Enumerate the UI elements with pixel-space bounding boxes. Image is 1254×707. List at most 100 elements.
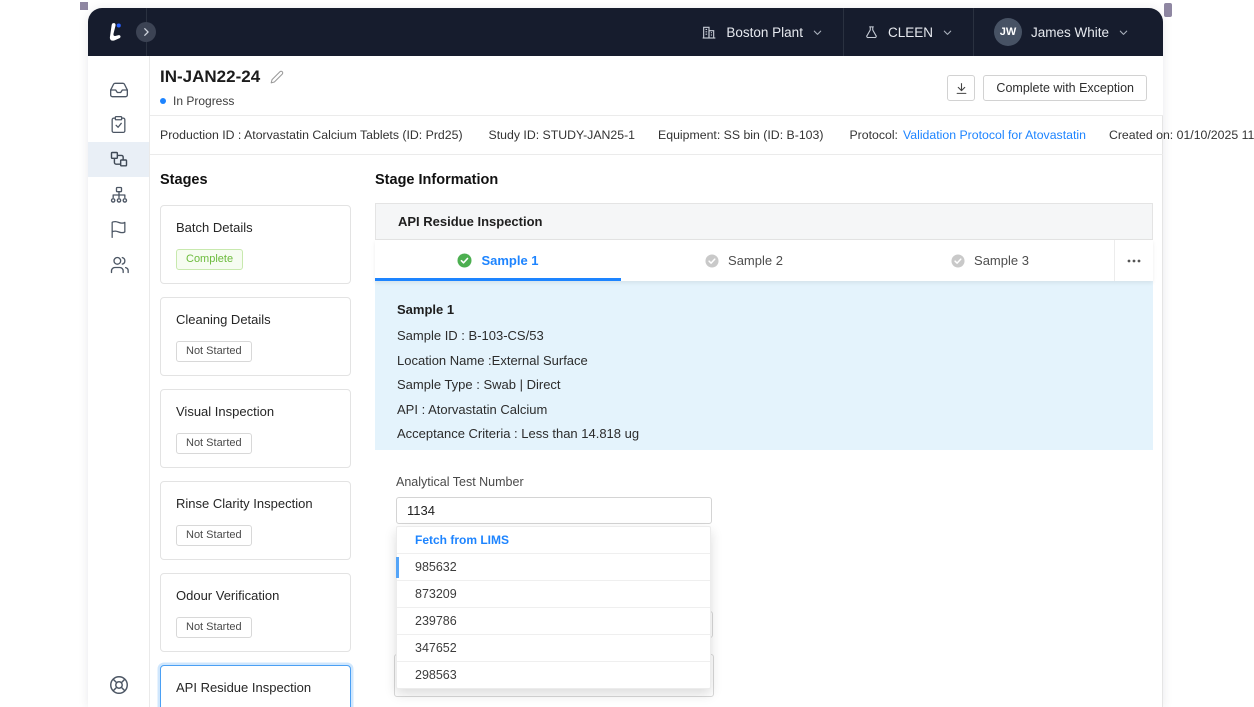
equipment-id: Equipment: SS bin (ID: B-103) [658, 128, 823, 142]
dropdown-option[interactable]: 873209 [397, 580, 710, 607]
chevron-down-icon [942, 27, 953, 38]
tab-label: Sample 3 [974, 253, 1029, 268]
check-circle-icon [457, 253, 472, 268]
stage-card-odour-verification[interactable]: Odour Verification Not Started [160, 573, 351, 652]
tab-sample-2[interactable]: Sample 2 [621, 240, 867, 281]
tab-sample-1[interactable]: Sample 1 [375, 240, 621, 281]
stage-status-badge: Not Started [176, 525, 252, 546]
sidebar [88, 56, 150, 707]
analytical-test-number-input[interactable] [396, 497, 712, 524]
ellipsis-icon [1127, 259, 1141, 263]
topbar-right: Boston Plant CLEEN JW James White [681, 8, 1163, 56]
sidebar-item-hierarchy[interactable] [88, 177, 149, 212]
sidebar-item-help[interactable] [88, 674, 149, 696]
fetch-from-lims-option[interactable]: Fetch from LIMS [397, 527, 710, 553]
stage-name: Cleaning Details [176, 312, 335, 327]
page-corner-fragment [80, 2, 88, 10]
stage-status-badge: Complete [176, 249, 243, 270]
sample-api: API : Atorvastatin Calcium [397, 398, 1131, 423]
sample-type: Sample Type : Swab | Direct [397, 373, 1131, 398]
status-dot [160, 98, 166, 104]
stage-name: Odour Verification [176, 588, 335, 603]
clipboard-check-icon [109, 115, 128, 134]
sample-acceptance-criteria: Acceptance Criteria : Less than 14.818 u… [397, 422, 1131, 447]
module-selector[interactable]: CLEEN [844, 8, 973, 56]
download-button[interactable] [947, 75, 975, 101]
inbox-icon [109, 80, 129, 100]
topbar: Boston Plant CLEEN JW James White [88, 8, 1163, 56]
stage-card-api-residue-inspection[interactable]: API Residue Inspection Not Started [160, 665, 351, 707]
test-number-dropdown: Fetch from LIMS 985632 873209 239786 347… [396, 526, 711, 689]
stage-name: API Residue Inspection [176, 680, 335, 695]
dropdown-option[interactable]: 985632 [397, 553, 710, 580]
chevron-right-icon [141, 27, 151, 37]
sidebar-item-tasks[interactable] [88, 107, 149, 142]
stage-status-badge: Not Started [176, 433, 252, 454]
dropdown-option[interactable]: 298563 [397, 661, 710, 688]
page-title: IN-JAN22-24 [160, 67, 260, 87]
flag-icon [109, 220, 128, 239]
stage-card-batch-details[interactable]: Batch Details Complete [160, 205, 351, 284]
stages-column: Stages Batch Details Complete Cleaning D… [160, 172, 351, 707]
panel-title: API Residue Inspection [375, 203, 1153, 240]
hierarchy-icon [109, 185, 129, 205]
sample-title: Sample 1 [397, 298, 1131, 322]
plant-name: Boston Plant [726, 25, 803, 40]
user-name: James White [1031, 25, 1109, 40]
stage-information-heading: Stage Information [375, 172, 1153, 188]
leucine-logo[interactable] [104, 19, 130, 45]
stage-card-cleaning-details[interactable]: Cleaning Details Not Started [160, 297, 351, 376]
users-icon [109, 255, 129, 275]
stage-status-badge: Not Started [176, 341, 252, 362]
sidebar-item-reports[interactable] [88, 212, 149, 247]
analytical-test-number-label: Analytical Test Number [396, 475, 1153, 489]
sample-id: Sample ID : B-103-CS/53 [397, 324, 1131, 349]
dropdown-option[interactable]: 239786 [397, 607, 710, 634]
edit-pencil-icon[interactable] [270, 70, 284, 84]
complete-with-exception-label: Complete with Exception [996, 81, 1134, 95]
building-icon [701, 24, 717, 40]
sample-tabs: Sample 1 Sample 2 Sa [375, 240, 1153, 281]
check-circle-icon [951, 254, 965, 268]
flask-icon [864, 25, 879, 40]
stage-card-visual-inspection[interactable]: Visual Inspection Not Started [160, 389, 351, 468]
stage-name: Rinse Clarity Inspection [176, 496, 335, 511]
plant-selector[interactable]: Boston Plant [681, 8, 843, 56]
page-scrollbar-thumb[interactable] [1164, 3, 1172, 17]
sidebar-item-workflows[interactable] [88, 142, 149, 177]
batch-info-bar: Production ID : Atorvastatin Calcium Tab… [150, 115, 1163, 155]
tab-label: Sample 2 [728, 253, 783, 268]
check-circle-icon [705, 254, 719, 268]
stage-information-column: Stage Information API Residue Inspection… [375, 172, 1153, 644]
user-menu[interactable]: JW James White [974, 8, 1149, 56]
life-buoy-help-icon [108, 674, 130, 696]
sidebar-item-inbox[interactable] [88, 72, 149, 107]
page-header: IN-JAN22-24 In Progress Complet [150, 56, 1163, 115]
sample-details-panel: Sample 1 Sample ID : B-103-CS/53 Locatio… [375, 281, 1153, 450]
app-window: Boston Plant CLEEN JW James White [88, 8, 1163, 707]
dropdown-option[interactable]: 347652 [397, 634, 710, 661]
protocol-link[interactable]: Validation Protocol for Atovastatin [903, 128, 1086, 142]
stage-name: Visual Inspection [176, 404, 335, 419]
screen: Boston Plant CLEEN JW James White [0, 0, 1254, 707]
protocol-label: Protocol: [849, 128, 898, 142]
chevron-down-icon [1118, 27, 1129, 38]
tab-sample-3[interactable]: Sample 3 [867, 240, 1113, 281]
module-name: CLEEN [888, 25, 933, 40]
workflow-icon [109, 150, 129, 170]
complete-with-exception-button[interactable]: Complete with Exception [983, 75, 1147, 101]
stage-card-rinse-clarity-inspection[interactable]: Rinse Clarity Inspection Not Started [160, 481, 351, 560]
download-icon [955, 82, 968, 95]
sample-form: Analytical Test Number Fetch from LIMS 9… [375, 450, 1153, 644]
stage-information-panel: API Residue Inspection Sample 1 [375, 203, 1153, 644]
sidebar-item-users[interactable] [88, 247, 149, 282]
production-id: Production ID : Atorvastatin Calcium Tab… [160, 128, 463, 142]
stage-name: Batch Details [176, 220, 335, 235]
avatar: JW [994, 18, 1022, 46]
status-text: In Progress [173, 94, 234, 108]
sidebar-expand-button[interactable] [136, 22, 156, 42]
stage-status-badge: Not Started [176, 617, 252, 638]
more-tabs-button[interactable] [1114, 240, 1153, 281]
chevron-down-icon [812, 27, 823, 38]
created-on: Created on: 01/10/2025 11:41:39 [1109, 128, 1254, 142]
